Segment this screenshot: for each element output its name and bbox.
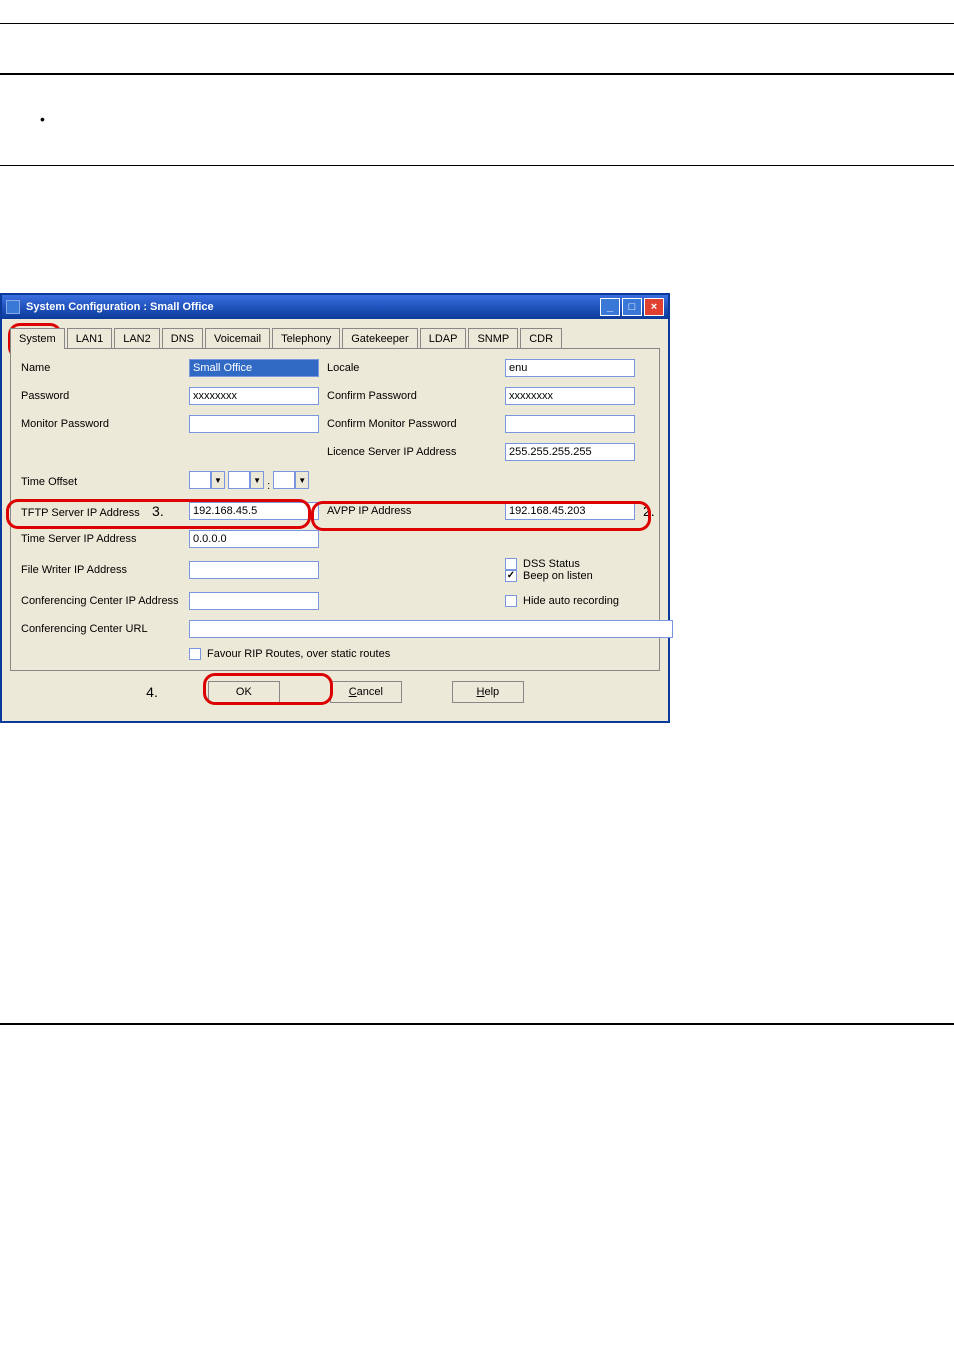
label-favour-rip: Favour RIP Routes, over static routes bbox=[207, 648, 390, 660]
close-button[interactable]: × bbox=[644, 298, 664, 316]
tftp-input[interactable] bbox=[189, 502, 319, 520]
app-icon bbox=[6, 300, 20, 314]
ok-button[interactable]: OK bbox=[208, 681, 280, 703]
header-left: IP Office 3.0 bbox=[0, 0, 66, 17]
footer-l2-left: IP Office 3.0 bbox=[0, 1046, 477, 1067]
time-offset-sec[interactable]: ▼ bbox=[273, 471, 309, 489]
label-confirm-monitor-password: Confirm Monitor Password bbox=[327, 418, 497, 430]
titlebar[interactable]: System Configuration : Small Office _ □ … bbox=[2, 295, 668, 319]
callout-2: 2. bbox=[643, 503, 673, 519]
time-offset-min[interactable]: ▼ bbox=[228, 471, 264, 489]
label-conf-url: Conferencing Center URL bbox=[21, 623, 181, 635]
label-file-writer: File Writer IP Address bbox=[21, 564, 181, 576]
callout-4: 4. bbox=[146, 684, 158, 700]
label-licence-server: Licence Server IP Address bbox=[327, 446, 497, 458]
avpp-input[interactable] bbox=[505, 502, 635, 520]
dss-checkbox[interactable] bbox=[505, 558, 517, 570]
step-3: 3. In TFTP Server IP Address enter the I… bbox=[0, 240, 954, 257]
name-input[interactable] bbox=[189, 359, 319, 377]
label-time-offset: Time Offset bbox=[21, 476, 181, 488]
label-locale: Locale bbox=[327, 362, 497, 374]
note-text: The 3600 Series telephones are supported… bbox=[57, 130, 478, 144]
conf-url-input[interactable] bbox=[189, 620, 673, 638]
label-time-server: Time Server IP Address bbox=[21, 533, 181, 545]
file-writer-input[interactable] bbox=[189, 561, 319, 579]
tab-cdr[interactable]: CDR bbox=[520, 328, 562, 349]
monitor-password-input[interactable] bbox=[189, 415, 319, 433]
cancel-button[interactable]: Cancel bbox=[330, 681, 402, 703]
footer-l1-left: 3600/3626 Phone and AVPP - Installation bbox=[0, 1025, 477, 1046]
subsection-title: System Settings bbox=[0, 176, 954, 196]
step-4: 4. Click OK. bbox=[0, 256, 954, 273]
label-avpp: AVPP IP Address bbox=[327, 505, 497, 517]
tab-ldap[interactable]: LDAP bbox=[420, 328, 467, 349]
intro-text: The following changes are required in th… bbox=[0, 85, 954, 102]
label-tftp: TFTP Server IP Address 3. bbox=[21, 503, 181, 519]
tab-bar: System LAN1 LAN2 DNS Voicemail Telephony… bbox=[2, 319, 668, 348]
password-input[interactable] bbox=[189, 387, 319, 405]
hide-auto-checkbox[interactable] bbox=[505, 595, 517, 607]
help-button[interactable]: Help bbox=[452, 681, 524, 703]
tab-gatekeeper[interactable]: Gatekeeper bbox=[342, 328, 417, 349]
tab-snmp[interactable]: SNMP bbox=[468, 328, 518, 349]
tab-lan2[interactable]: LAN2 bbox=[114, 328, 160, 349]
callout-3: 3. bbox=[152, 503, 164, 519]
window-title: System Configuration : Small Office bbox=[26, 301, 600, 313]
footer-l2-right: 40DHB0002UKFA Issue 2 (26th April 2005) bbox=[477, 1046, 954, 1067]
time-server-input[interactable] bbox=[189, 530, 319, 548]
footer-l1-right: Page 16 bbox=[477, 1025, 954, 1046]
time-offset-hour[interactable]: ▼ bbox=[189, 471, 225, 489]
tab-lan1[interactable]: LAN1 bbox=[67, 328, 113, 349]
label-confirm-password: Confirm Password bbox=[327, 390, 497, 402]
step-2: 2. In AVPP IP Address enter the IP addre… bbox=[0, 223, 954, 240]
confirm-password-input[interactable] bbox=[505, 387, 635, 405]
licence-server-input[interactable] bbox=[505, 443, 635, 461]
tab-voicemail[interactable]: Voicemail bbox=[205, 328, 270, 349]
system-config-window: System Configuration : Small Office _ □ … bbox=[0, 293, 670, 723]
bullet-icon: • bbox=[40, 112, 45, 146]
label-hide-auto: Hide auto recording bbox=[523, 595, 619, 607]
locale-input[interactable] bbox=[505, 359, 635, 377]
tab-dns[interactable]: DNS bbox=[162, 328, 203, 349]
label-conf-ip: Conferencing Center IP Address bbox=[21, 595, 181, 607]
label-password: Password bbox=[21, 390, 181, 402]
tab-page-system: Name Locale Password Confirm Password Mo… bbox=[10, 348, 660, 671]
tab-system[interactable]: System bbox=[10, 328, 65, 349]
confirm-monitor-password-input[interactable] bbox=[505, 415, 635, 433]
label-name: Name bbox=[21, 362, 181, 374]
favour-rip-checkbox[interactable] bbox=[189, 648, 201, 660]
conf-ip-input[interactable] bbox=[189, 592, 319, 610]
beep-checkbox[interactable] bbox=[505, 570, 517, 582]
header-right: 3600/3626 Phone and Avaya Voice Priority… bbox=[609, 0, 954, 17]
step-1: 1. Open the IP Office System form. bbox=[0, 206, 954, 223]
section-title: IP Office Manager Setup bbox=[0, 36, 954, 61]
label-monitor-password: Monitor Password bbox=[21, 418, 181, 430]
label-dss: DSS Status bbox=[523, 558, 580, 570]
label-beep: Beep on listen bbox=[523, 570, 593, 582]
maximize-button[interactable]: □ bbox=[622, 298, 642, 316]
note-label: Note bbox=[57, 113, 84, 127]
tab-telephony[interactable]: Telephony bbox=[272, 328, 340, 349]
minimize-button[interactable]: _ bbox=[600, 298, 620, 316]
